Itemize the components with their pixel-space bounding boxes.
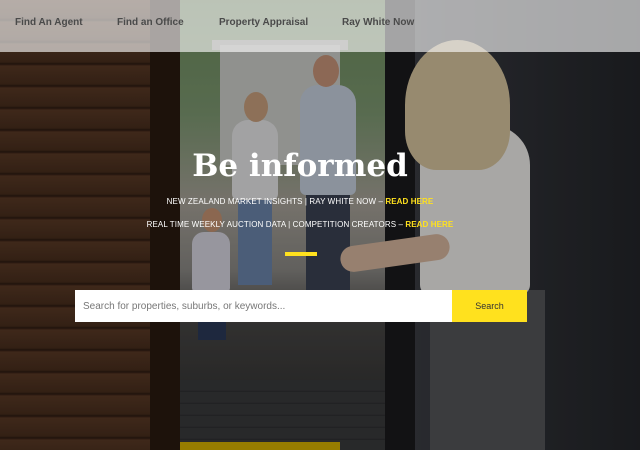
nav-property-appraisal[interactable]: Property Appraisal xyxy=(219,17,308,28)
nav-find-an-office[interactable]: Find an Office xyxy=(117,17,184,28)
hero-title: Be informed xyxy=(192,148,408,184)
nav-find-an-agent[interactable]: Find An Agent xyxy=(15,17,83,28)
search-button[interactable]: Search xyxy=(452,290,527,322)
auction-data-text: REAL TIME WEEKLY AUCTION DATA | COMPETIT… xyxy=(146,220,406,229)
accent-divider xyxy=(285,252,317,256)
market-insights-read-here-link[interactable]: READ HERE xyxy=(385,197,433,206)
auction-data-read-here-link[interactable]: READ HERE xyxy=(405,220,453,229)
nav-ray-white-now[interactable]: Ray White Now xyxy=(342,17,414,28)
search-box xyxy=(75,290,452,322)
top-navigation: Find An Agent Find an Office Property Ap… xyxy=(0,0,640,52)
search-input[interactable] xyxy=(75,290,448,322)
hero-market-insights-line: NEW ZEALAND MARKET INSIGHTS | RAY WHITE … xyxy=(0,197,600,206)
page: Find An Agent Find an Office Property Ap… xyxy=(0,0,640,450)
hero-auction-data-line: REAL TIME WEEKLY AUCTION DATA | COMPETIT… xyxy=(0,220,600,229)
market-insights-text: NEW ZEALAND MARKET INSIGHTS | RAY WHITE … xyxy=(166,197,386,206)
